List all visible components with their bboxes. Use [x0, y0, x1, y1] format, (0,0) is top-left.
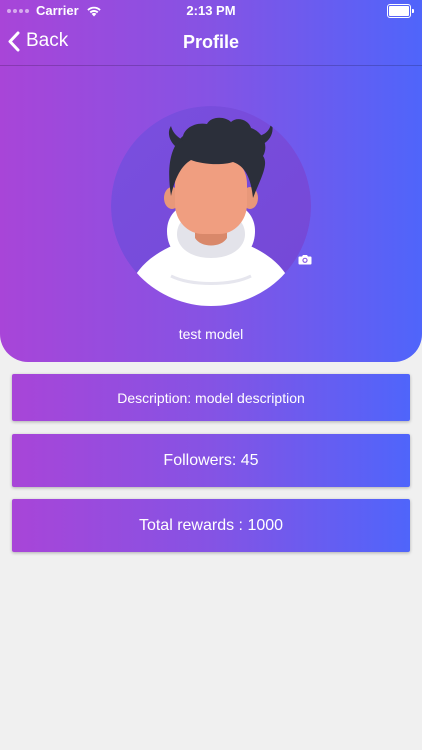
profile-name: test model	[178, 326, 244, 342]
page-title: Profile	[182, 32, 239, 52]
profile-header: Carrier 2:13 PM Back Profile test model	[0, 0, 422, 362]
rewards-card[interactable]: Total rewards : 1000	[12, 499, 410, 552]
description-text: Description: model description	[117, 389, 305, 406]
battery-icon	[387, 4, 414, 18]
camera-icon	[298, 254, 312, 265]
description-card: Description: model description	[12, 374, 410, 421]
nav-bar: Back Profile	[0, 22, 422, 66]
avatar[interactable]	[111, 106, 311, 306]
rewards-text: Total rewards : 1000	[138, 516, 284, 534]
status-bar: Carrier 2:13 PM	[0, 0, 422, 22]
default-avatar-illustration	[111, 106, 311, 306]
followers-card[interactable]: Followers: 45	[12, 434, 410, 487]
change-photo-button[interactable]	[297, 252, 313, 266]
status-time: 2:13 PM	[186, 3, 236, 18]
followers-text: Followers: 45	[163, 451, 259, 469]
